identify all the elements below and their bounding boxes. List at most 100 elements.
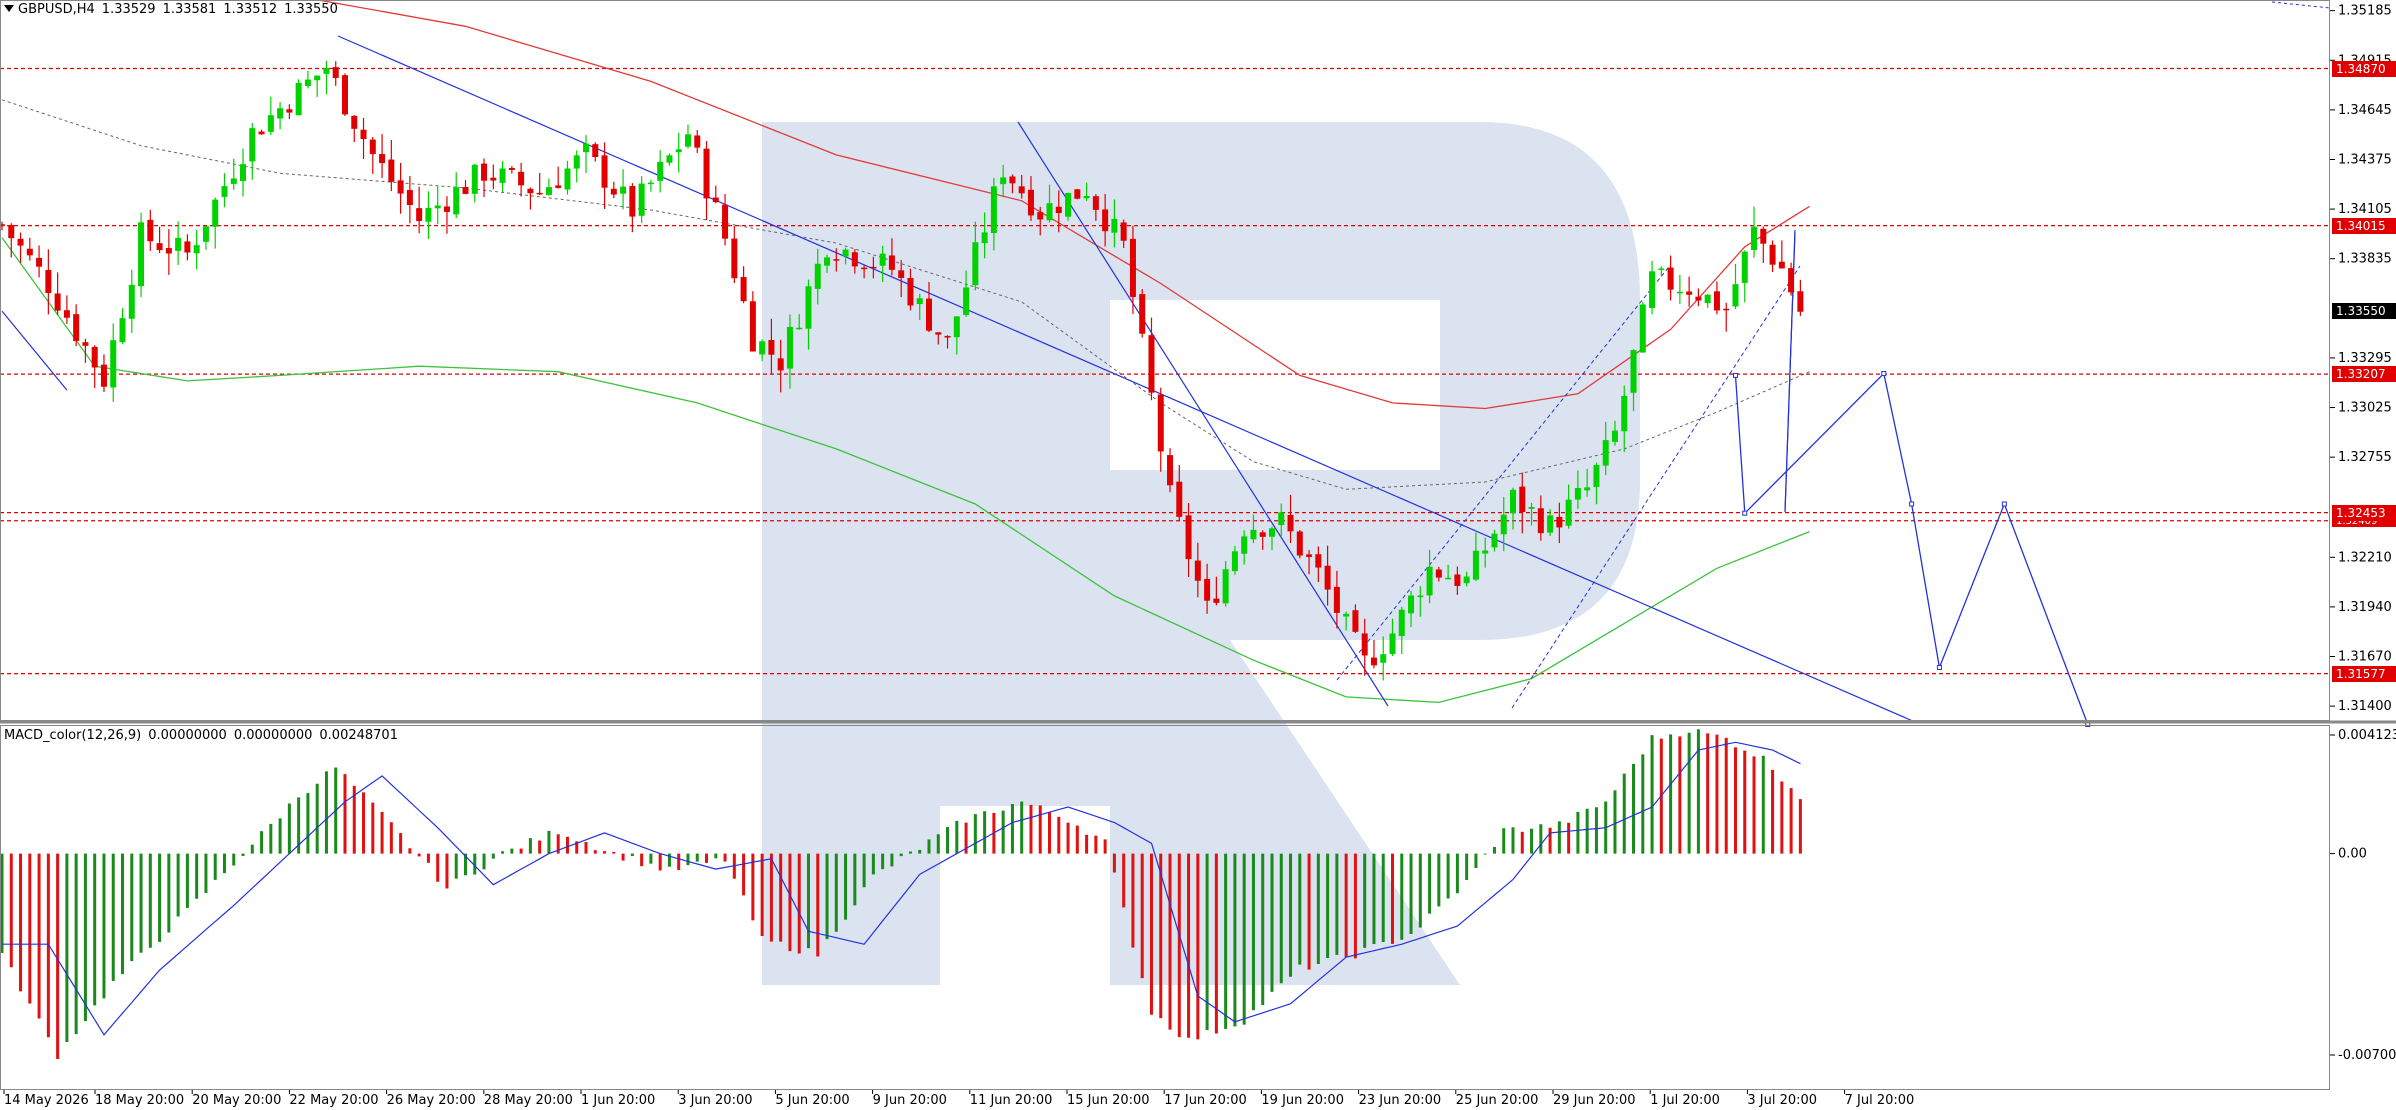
candle-body [1157,394,1164,452]
macd-tick-label: -0.0070020 [2338,1048,2396,1063]
price-level-tag: 1.32453 [2332,504,2396,521]
candle-body [1454,574,1461,586]
candle-body [1528,507,1535,509]
candle-body [1000,177,1007,185]
time-tick-label: 1 Jul 20:00 [1650,1093,1720,1108]
time-tick-label: 20 May 20:00 [192,1093,281,1108]
price-level-tag: 1.33550 [2332,303,2396,320]
high-value: 1.33581 [162,2,217,17]
candle-body [443,206,450,212]
candle-body [712,197,719,203]
trendline-early [1,310,68,391]
candle-body [1241,536,1248,554]
candle-body [1148,335,1155,393]
candle-body [1120,222,1127,241]
candle-body [1482,550,1489,554]
candle-body [184,241,191,253]
candle-body [1046,203,1053,221]
candle-body [406,189,413,206]
candle-body [100,364,107,387]
candle-body [138,222,145,287]
candle-body [777,358,784,371]
candle-body [434,205,441,209]
candle-body [527,188,534,194]
candle-body [1018,186,1025,194]
price-level-tag: 1.34015 [2332,217,2396,234]
candle-body [1111,218,1118,233]
candle-body [471,164,478,194]
candle-body [416,208,423,221]
forecast-node [1936,665,1942,671]
candle-body [1250,529,1257,540]
price-tick-label: 1.34375 [2338,152,2392,167]
candle-body [397,180,404,194]
candle-body [175,237,182,251]
time-tick-label: 14 May 2026 [4,1093,89,1108]
price-level-tag: 1.33207 [2332,366,2396,383]
candle-body [1306,554,1313,557]
candle-body [1510,489,1517,514]
candle-body [1398,609,1405,636]
macd-value-3: 0.00248701 [319,728,398,743]
candle-body [508,167,515,170]
candle-body [1389,633,1396,654]
time-tick-label: 11 Jun 20:00 [970,1093,1053,1108]
chart-header: GBPUSD,H4 1.33529 1.33581 1.33512 1.33550 [4,2,338,17]
price-tick-label: 1.32755 [2338,450,2392,465]
candle-body [1222,569,1229,604]
candle-body [1667,267,1674,290]
symbol-timeframe: GBPUSD,H4 [18,2,95,17]
candle-body [1649,271,1656,308]
candle-body [963,287,970,315]
time-tick-label: 25 Jun 20:00 [1456,1093,1539,1108]
price-tick-label: 1.31940 [2338,600,2392,615]
time-tick-label: 7 Jul 20:00 [1845,1093,1915,1108]
candle-body [1426,566,1433,596]
time-axis: 14 May 2026 18 May 20:00 20 May 20:00 22 Ma… [3,1090,1915,1108]
candle-body [907,278,914,306]
candle-body [583,143,590,153]
price-tick-label: 1.34105 [2338,202,2392,217]
candle-body [1296,531,1303,556]
close-value: 1.33550 [284,2,338,17]
candle-body [26,248,33,256]
forecast-node [2001,501,2007,507]
candle-body [536,192,543,195]
candle-body [638,183,645,216]
candle-body [82,342,89,346]
price-tick-label: 1.33025 [2338,401,2392,416]
candle-body [1611,430,1618,442]
candle-body [842,249,849,257]
candle-body [379,154,386,163]
watermark-shape [762,122,1640,985]
candle-body [684,134,691,147]
candle-body [462,187,469,194]
candle-body [768,339,775,355]
price-tick-label: 1.32210 [2338,550,2392,565]
chart-canvas[interactable]: 1.351851.349151.346451.343751.341051.338… [0,0,2396,1110]
candle-body [722,204,729,239]
candle-body [796,327,803,330]
candle-body [1472,550,1479,580]
candle-body [601,155,608,188]
candle-body [740,277,747,302]
candle-body [1083,196,1090,199]
candle-body [45,270,52,294]
candle-body [888,255,895,270]
candle-body [1194,560,1201,581]
forecast-node [1742,510,1748,516]
candle-body [824,257,831,266]
candle-body [1574,488,1581,500]
candle-body [1287,514,1294,532]
time-tick-label: 26 May 20:00 [387,1093,476,1108]
candle-body [1037,212,1044,220]
candle-body [258,131,265,135]
collapse-triangle-icon[interactable] [4,5,14,12]
candle-body [156,243,163,251]
time-tick-label: 1 Jun 20:00 [581,1093,655,1108]
candle-body [675,149,682,153]
candle-body [63,310,70,318]
candle-body [1658,268,1665,270]
candle-body [119,318,126,343]
candle-body [193,245,200,254]
